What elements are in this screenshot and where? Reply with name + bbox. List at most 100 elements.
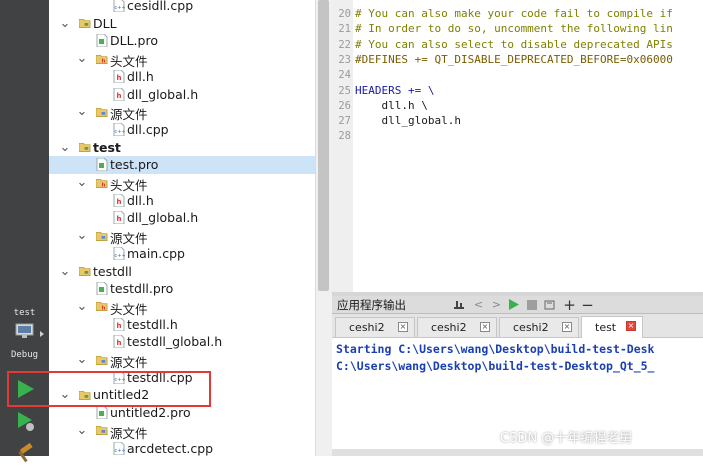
highlight-box bbox=[7, 371, 211, 407]
zoom-out-icon[interactable]: − bbox=[581, 296, 594, 314]
tree-item[interactable]: h testdll.h bbox=[49, 316, 315, 334]
build-button[interactable] bbox=[12, 440, 38, 466]
close-icon[interactable]: × bbox=[480, 322, 490, 332]
tree-item[interactable]: h dll_global.h bbox=[49, 209, 315, 227]
tree-item[interactable]: ⌄ 源文件 bbox=[49, 422, 315, 441]
output-tab-4[interactable]: test × bbox=[581, 316, 643, 338]
monitor-icon[interactable] bbox=[15, 323, 35, 339]
stop-icon[interactable] bbox=[525, 298, 538, 311]
tree-item-label: cesidll.cpp bbox=[127, 0, 194, 13]
tree-item[interactable]: ⌄ 源文件 bbox=[49, 103, 315, 122]
code-editor[interactable]: 20 # You can also make your code fail to … bbox=[332, 0, 703, 292]
svg-text:h: h bbox=[117, 74, 122, 82]
header-file-icon: h bbox=[113, 69, 125, 83]
tree-item-label: untitled2.pro bbox=[110, 405, 191, 421]
tree-item[interactable]: ⌄ h 头文件 bbox=[49, 298, 315, 317]
tree-item-label: testdll_global.h bbox=[127, 334, 223, 350]
watermark: CSDN @十年编程老舅 bbox=[500, 431, 633, 446]
chevron-down-icon[interactable]: ⌄ bbox=[76, 424, 88, 437]
close-icon[interactable]: × bbox=[626, 321, 636, 331]
tree-item[interactable]: ⌄ 源文件 bbox=[49, 227, 315, 246]
chevron-down-icon[interactable]: ⌄ bbox=[76, 229, 88, 242]
tree-item-label: main.cpp bbox=[127, 245, 185, 261]
tree-item[interactable]: testdll.pro bbox=[49, 280, 315, 298]
tree-item-label: dll.h bbox=[127, 192, 154, 208]
pro-file-icon bbox=[96, 34, 108, 48]
cpp-file-icon: c++ bbox=[113, 441, 125, 455]
attach-icon[interactable] bbox=[452, 298, 465, 311]
pro-file-icon bbox=[96, 406, 108, 420]
chevron-down-icon[interactable]: ⌄ bbox=[76, 300, 88, 313]
project-folder-icon bbox=[79, 141, 91, 154]
tree-item-label: DLL bbox=[93, 15, 117, 31]
chevron-down-icon[interactable]: ⌄ bbox=[76, 176, 88, 189]
debug-run-button[interactable] bbox=[12, 408, 38, 434]
tree-item[interactable]: h testdll_global.h bbox=[49, 333, 315, 351]
tree-item[interactable]: ⌄ h 头文件 bbox=[49, 174, 315, 193]
tree-item[interactable]: ⌄ testdll bbox=[49, 263, 315, 281]
tree-item-label: DLL.pro bbox=[110, 33, 158, 49]
source-folder-icon bbox=[96, 229, 108, 242]
tree-item[interactable]: c++ arcdetect.cpp bbox=[49, 440, 315, 457]
code-line: #DEFINES += QT_DISABLE_DEPRECATED_BEFORE… bbox=[355, 52, 673, 66]
tree-item[interactable]: DLL.pro bbox=[49, 32, 315, 50]
close-icon[interactable]: × bbox=[562, 322, 572, 332]
output-line: C:\Users\wang\Desktop\build-test-Desktop… bbox=[336, 359, 655, 373]
tree-item-label: test bbox=[93, 139, 121, 155]
chevron-down-icon[interactable]: ⌄ bbox=[59, 17, 71, 30]
header-file-icon: h bbox=[113, 317, 125, 331]
tree-item[interactable]: ⌄ 源文件 bbox=[49, 351, 315, 370]
source-folder-icon bbox=[96, 353, 108, 366]
tree-item[interactable]: ⌄ h 头文件 bbox=[49, 50, 315, 69]
chevron-down-icon[interactable]: ⌄ bbox=[59, 141, 71, 154]
tree-item-label: dll.h bbox=[127, 68, 154, 84]
output-tab-2[interactable]: ceshi2 × bbox=[417, 317, 497, 337]
zoom-in-icon[interactable]: + bbox=[563, 296, 576, 314]
tree-item[interactable]: h dll.h bbox=[49, 68, 315, 86]
next-icon[interactable]: > bbox=[490, 298, 503, 311]
rerun-icon[interactable] bbox=[507, 298, 520, 311]
line-number: 22 bbox=[338, 38, 351, 51]
chevron-down-icon[interactable]: ⌄ bbox=[76, 52, 88, 65]
header-file-icon: h bbox=[113, 335, 125, 349]
tree-item[interactable]: c++ main.cpp bbox=[49, 245, 315, 263]
header-file-icon: h bbox=[113, 193, 125, 207]
previous-icon[interactable]: < bbox=[472, 298, 485, 311]
svg-text:h: h bbox=[102, 182, 106, 188]
header-folder-icon: h bbox=[96, 176, 108, 189]
output-tab-1[interactable]: ceshi2 × bbox=[335, 317, 415, 337]
code-line: dll.h \ bbox=[355, 98, 428, 112]
line-number: 25 bbox=[338, 84, 351, 97]
output-tab-bar: ceshi2 × ceshi2 × ceshi2 × test × bbox=[332, 314, 703, 338]
chevron-down-icon[interactable]: ⌄ bbox=[76, 105, 88, 118]
chevron-down-icon[interactable]: ⌄ bbox=[59, 265, 71, 278]
kit-name: test bbox=[13, 308, 36, 318]
line-number: 27 bbox=[338, 115, 351, 128]
tree-item[interactable]: test.pro bbox=[49, 156, 315, 175]
kit-selector-arrow-icon[interactable] bbox=[40, 331, 44, 337]
hammer-icon bbox=[18, 442, 33, 463]
svg-text:c++: c++ bbox=[115, 129, 126, 135]
header-folder-icon: h bbox=[96, 52, 108, 65]
output-tab-3[interactable]: ceshi2 × bbox=[499, 317, 579, 337]
svg-text:h: h bbox=[102, 306, 106, 312]
svg-text:c++: c++ bbox=[115, 253, 126, 259]
line-number: 20 bbox=[338, 8, 351, 20]
chevron-down-icon[interactable]: ⌄ bbox=[76, 353, 88, 366]
tree-item[interactable]: h dll_global.h bbox=[49, 86, 315, 104]
tree-item[interactable]: h dll.h bbox=[49, 192, 315, 210]
svg-text:h: h bbox=[117, 215, 122, 223]
clear-icon[interactable] bbox=[543, 298, 556, 311]
tree-scrollbar-thumb[interactable] bbox=[318, 0, 329, 291]
svg-text:h: h bbox=[117, 322, 122, 330]
tree-item[interactable]: ⌄ test bbox=[49, 139, 315, 157]
pro-file-icon bbox=[96, 158, 108, 172]
header-folder-icon: h bbox=[96, 300, 108, 313]
tree-item[interactable]: c++ dll.cpp bbox=[49, 121, 315, 139]
close-icon[interactable]: × bbox=[398, 322, 408, 332]
tree-item[interactable]: ⌄ DLL bbox=[49, 15, 315, 33]
project-folder-icon bbox=[79, 265, 91, 278]
line-number: 26 bbox=[338, 99, 351, 112]
tree-item[interactable]: c++ cesidll.cpp bbox=[49, 0, 315, 15]
output-panel-title: 应用程序输出 bbox=[337, 298, 406, 312]
